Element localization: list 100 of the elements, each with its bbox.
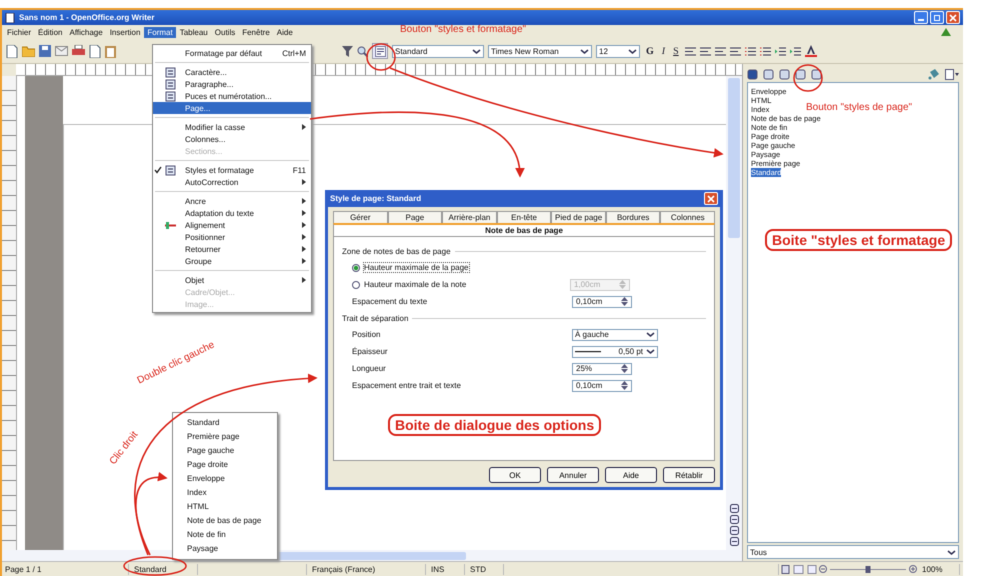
- menu-item[interactable]: Page...: [153, 102, 311, 114]
- menu-item[interactable]: Fichier: [4, 26, 34, 38]
- language[interactable]: Français (France): [309, 564, 426, 574]
- filter-select[interactable]: Tous: [747, 545, 959, 559]
- menu-item[interactable]: Retourner: [153, 243, 311, 255]
- style-category-icon[interactable]: [811, 68, 822, 80]
- menu-item[interactable]: Aide: [274, 26, 296, 38]
- page-navigation-icon[interactable]: [730, 504, 738, 513]
- page-navigation-icon[interactable]: [730, 526, 738, 535]
- format-button[interactable]: I: [660, 46, 668, 56]
- envelope-icon[interactable]: [55, 46, 68, 56]
- menu-item[interactable]: Outils: [212, 26, 238, 38]
- spin-field[interactable]: 25%: [572, 362, 632, 374]
- menu-item[interactable]: Puces et numérotation...: [153, 90, 311, 102]
- format-button[interactable]: G: [644, 46, 656, 56]
- align-icon[interactable]: [684, 46, 696, 56]
- dialog-button[interactable]: OK: [489, 467, 541, 483]
- tab[interactable]: Pied de page: [551, 211, 606, 223]
- bucket-icon[interactable]: [928, 68, 940, 80]
- align-icon[interactable]: [714, 46, 726, 56]
- zoom-out-icon[interactable]: [819, 565, 827, 573]
- menu-item[interactable]: Page droite: [173, 458, 277, 472]
- funnel-icon[interactable]: [342, 46, 353, 56]
- list-icon[interactable]: [744, 46, 756, 56]
- font-select[interactable]: Times New Roman: [488, 44, 592, 58]
- menu-item[interactable]: AutoCorrection: [153, 176, 311, 188]
- menu-item[interactable]: Formatage par défaut Ctrl+M: [153, 47, 311, 59]
- list-icon[interactable]: [760, 46, 771, 56]
- radio-button[interactable]: [352, 264, 360, 272]
- menu-item[interactable]: Paragraphe...: [153, 78, 311, 90]
- style-category-icon[interactable]: [779, 68, 790, 80]
- menu-item[interactable]: Caractère...: [153, 66, 311, 78]
- tab[interactable]: Gérer: [333, 211, 388, 223]
- dialog-button[interactable]: Rétablir: [663, 467, 715, 483]
- vertical-scrollbar[interactable]: [726, 76, 742, 550]
- style-category-icon[interactable]: [795, 68, 806, 80]
- menu-item[interactable]: Insertion: [106, 26, 144, 38]
- menu-item[interactable]: Édition: [35, 26, 66, 38]
- dropdown-field[interactable]: À gauche: [572, 328, 658, 340]
- new-style-icon[interactable]: [945, 68, 959, 80]
- menu-item[interactable]: Page gauche: [173, 444, 277, 458]
- tab[interactable]: Page: [388, 211, 442, 223]
- insert-mode[interactable]: INS: [428, 564, 465, 574]
- zoom-slider[interactable]: [829, 564, 907, 574]
- font-size-select[interactable]: 12: [596, 44, 640, 58]
- printer-icon[interactable]: [72, 45, 85, 57]
- style-category-icon[interactable]: [747, 68, 758, 80]
- minimize-button[interactable]: [914, 11, 928, 24]
- indent-icon[interactable]: [774, 46, 786, 56]
- align-icon[interactable]: [700, 46, 711, 56]
- style-category-icon[interactable]: [763, 68, 774, 80]
- align-icon[interactable]: [730, 46, 741, 56]
- close-button[interactable]: [946, 11, 960, 24]
- page-style[interactable]: Standard: [131, 564, 198, 574]
- menu-item[interactable]: Paysage: [173, 542, 277, 556]
- paragraph-style-select[interactable]: Standard: [392, 44, 484, 58]
- indent-icon[interactable]: [790, 46, 801, 56]
- styles-button[interactable]: [372, 43, 388, 59]
- view-layout-icon[interactable]: [781, 564, 817, 574]
- dialog-button[interactable]: Aide: [605, 467, 657, 483]
- menu-item[interactable]: Fenêtre: [239, 26, 273, 38]
- document-icon[interactable]: [89, 44, 101, 58]
- menu-item[interactable]: Colonnes...: [153, 133, 311, 145]
- dropdown-field[interactable]: 0,50 pt: [572, 346, 658, 358]
- tab[interactable]: Note de bas de page: [333, 223, 715, 236]
- menu-item[interactable]: Alignement: [153, 219, 311, 231]
- menu-item[interactable]: Note de bas de page: [173, 514, 277, 528]
- menu-item[interactable]: Tableau: [176, 26, 211, 38]
- maximize-button[interactable]: [930, 11, 944, 24]
- tab[interactable]: En-tête: [496, 211, 552, 223]
- tab[interactable]: Bordures: [606, 211, 660, 223]
- menu-item[interactable]: Modifier la casse: [153, 121, 311, 133]
- font-color-icon[interactable]: [804, 45, 817, 57]
- close-button[interactable]: [704, 192, 718, 205]
- page-navigation-icon[interactable]: [730, 537, 738, 546]
- menu-item[interactable]: Première page: [173, 430, 277, 444]
- menu-item[interactable]: Objet: [153, 274, 311, 286]
- menu-item[interactable]: HTML: [173, 500, 277, 514]
- menu-item[interactable]: Groupe: [153, 255, 311, 267]
- menu-item[interactable]: Styles et formatage F11: [153, 164, 311, 176]
- magnifier-icon[interactable]: [357, 46, 368, 56]
- selection-mode[interactable]: STD: [467, 564, 504, 574]
- spin-field[interactable]: 0,10cm: [572, 380, 632, 392]
- spin-field[interactable]: 0,10cm: [572, 296, 632, 308]
- format-button[interactable]: S: [671, 46, 681, 56]
- menu-item[interactable]: Index: [173, 486, 277, 500]
- slider-thumb[interactable]: [866, 566, 870, 572]
- menu-item[interactable]: Affichage: [66, 26, 106, 38]
- page-navigation-icon[interactable]: [730, 515, 738, 524]
- menu-item[interactable]: Positionner: [153, 231, 311, 243]
- save-icon[interactable]: [39, 45, 51, 57]
- menu-item[interactable]: Standard: [173, 416, 277, 430]
- tab[interactable]: Arrière-plan: [442, 211, 497, 223]
- zoom-in-icon[interactable]: [909, 565, 917, 573]
- menu-item[interactable]: Note de fin: [173, 528, 277, 542]
- folder-icon[interactable]: [22, 46, 35, 56]
- menu-item[interactable]: Ancre: [153, 195, 311, 207]
- document-icon[interactable]: [6, 44, 18, 58]
- tab[interactable]: Colonnes: [660, 211, 716, 223]
- menu-item[interactable]: Enveloppe: [173, 472, 277, 486]
